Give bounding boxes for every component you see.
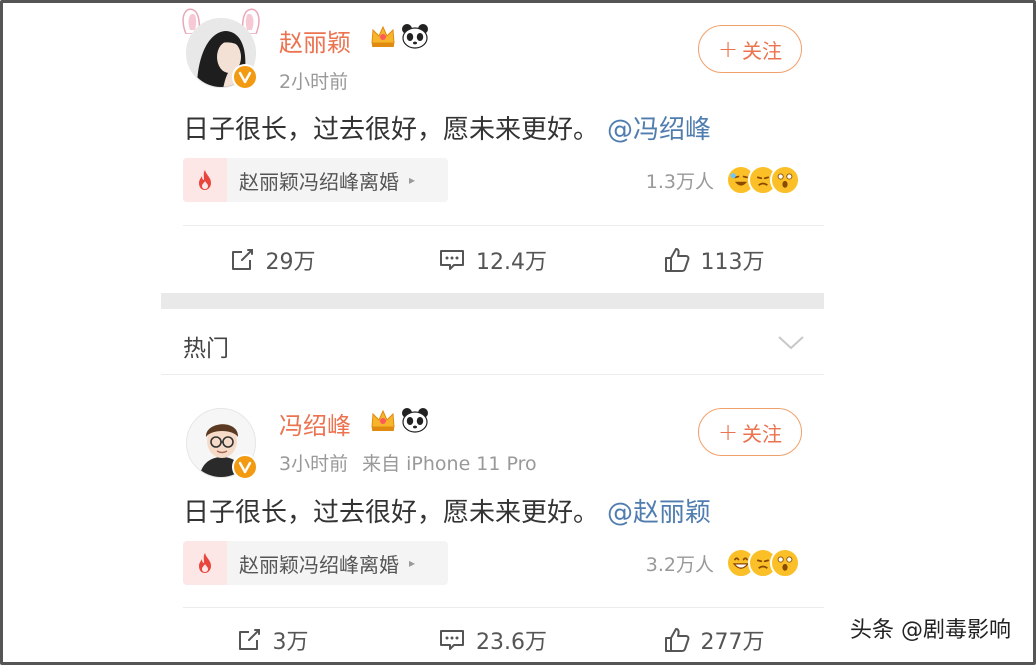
screenshot-frame: 赵丽颖 2小时前 + 关注 日子很长，过去很好，愿未来更好。 @冯绍峰 赵丽颖冯… (0, 0, 1036, 665)
plus-icon: + (717, 418, 739, 446)
plus-icon: + (717, 35, 739, 63)
divider (183, 607, 824, 608)
like-button[interactable]: 277万 (603, 611, 824, 662)
post-source: 来自 iPhone 11 Pro (362, 453, 537, 475)
mention-link[interactable]: @赵丽颖 (607, 498, 711, 528)
shock-emoji-icon (770, 548, 800, 578)
chevron-down-icon[interactable] (776, 327, 806, 357)
topic-label: 赵丽颖冯绍峰离婚 (239, 552, 399, 577)
chevron-right-icon: ▸ (409, 556, 416, 570)
post-time: 3小时前 (279, 453, 349, 475)
repost-button[interactable]: 29万 (161, 230, 382, 290)
hot-section-title: 热门 (183, 336, 229, 362)
repost-icon (238, 628, 260, 650)
comment-count: 23.6万 (476, 629, 547, 655)
mention-link[interactable]: @冯绍峰 (607, 115, 711, 145)
reaction-count: 1.3万人 (645, 170, 714, 193)
post-text: 日子很长，过去很好，愿未来更好。 @赵丽颖 (183, 492, 711, 529)
author-name[interactable]: 赵丽颖 (279, 23, 351, 58)
like-count: 277万 (700, 629, 765, 655)
follow-button[interactable]: + 关注 (698, 408, 802, 456)
vip-badge-icon (232, 454, 258, 480)
crown-icon (371, 25, 395, 47)
like-button[interactable]: 113万 (603, 230, 824, 290)
panda-icon (402, 408, 428, 433)
post-body: 日子很长，过去很好，愿未来更好。 (183, 498, 600, 528)
reaction-count: 3.2万人 (645, 553, 714, 576)
weibo-post: 赵丽颖 2小时前 + 关注 日子很长，过去很好，愿未来更好。 @冯绍峰 赵丽颖冯… (161, 3, 824, 293)
panda-icon (402, 24, 428, 49)
post-body: 日子很长，过去很好，愿未来更好。 (183, 115, 600, 145)
chevron-right-icon: ▸ (409, 173, 416, 187)
action-bar: 3万 23.6万 277万 (161, 611, 824, 662)
like-icon (664, 627, 689, 652)
follow-label: 关注 (742, 421, 783, 446)
crown-icon (371, 409, 395, 431)
divider (183, 225, 824, 226)
like-icon (664, 248, 689, 272)
repost-button[interactable]: 3万 (161, 611, 382, 662)
comment-count: 12.4万 (476, 250, 547, 275)
reaction-summary[interactable]: 1.3万人 (646, 165, 800, 195)
repost-count: 3万 (272, 629, 309, 655)
comment-button[interactable]: 23.6万 (382, 611, 603, 662)
comment-icon (440, 250, 464, 270)
user-badges (369, 407, 429, 433)
follow-label: 关注 (742, 38, 783, 63)
fire-icon (183, 541, 227, 585)
comment-button[interactable]: 12.4万 (382, 230, 603, 290)
avatar[interactable] (182, 8, 260, 90)
post-time: 2小时前 (279, 71, 349, 93)
reaction-summary[interactable]: 3.2万人 (646, 548, 800, 578)
shock-emoji-icon (770, 165, 800, 195)
weibo-post: 冯绍峰 3小时前 来自 iPhone 11 Pro + 关注 日子很长，过去很好，… (161, 378, 824, 662)
section-separator (161, 293, 824, 309)
repost-count: 29万 (265, 250, 316, 275)
post-meta: 2小时前 (279, 67, 348, 94)
repost-icon (231, 249, 253, 270)
vip-badge-icon (232, 64, 258, 90)
post-meta: 3小时前 来自 iPhone 11 Pro (279, 449, 537, 476)
follow-button[interactable]: + 关注 (698, 25, 802, 73)
watermark: 头条 @剧毒影响 (846, 610, 1015, 646)
hot-section-header[interactable]: 热门 (161, 309, 824, 375)
avatar[interactable] (186, 408, 258, 480)
author-name[interactable]: 冯绍峰 (279, 406, 351, 441)
fire-icon (183, 158, 227, 202)
topic-chip[interactable]: 赵丽颖冯绍峰离婚 ▸ (183, 541, 448, 585)
comment-icon (440, 629, 464, 650)
user-badges (369, 23, 429, 49)
action-bar: 29万 12.4万 113万 (161, 230, 824, 290)
like-count: 113万 (700, 250, 765, 275)
topic-chip[interactable]: 赵丽颖冯绍峰离婚 ▸ (183, 158, 448, 202)
post-text: 日子很长，过去很好，愿未来更好。 @冯绍峰 (183, 109, 711, 146)
topic-label: 赵丽颖冯绍峰离婚 (239, 169, 399, 194)
